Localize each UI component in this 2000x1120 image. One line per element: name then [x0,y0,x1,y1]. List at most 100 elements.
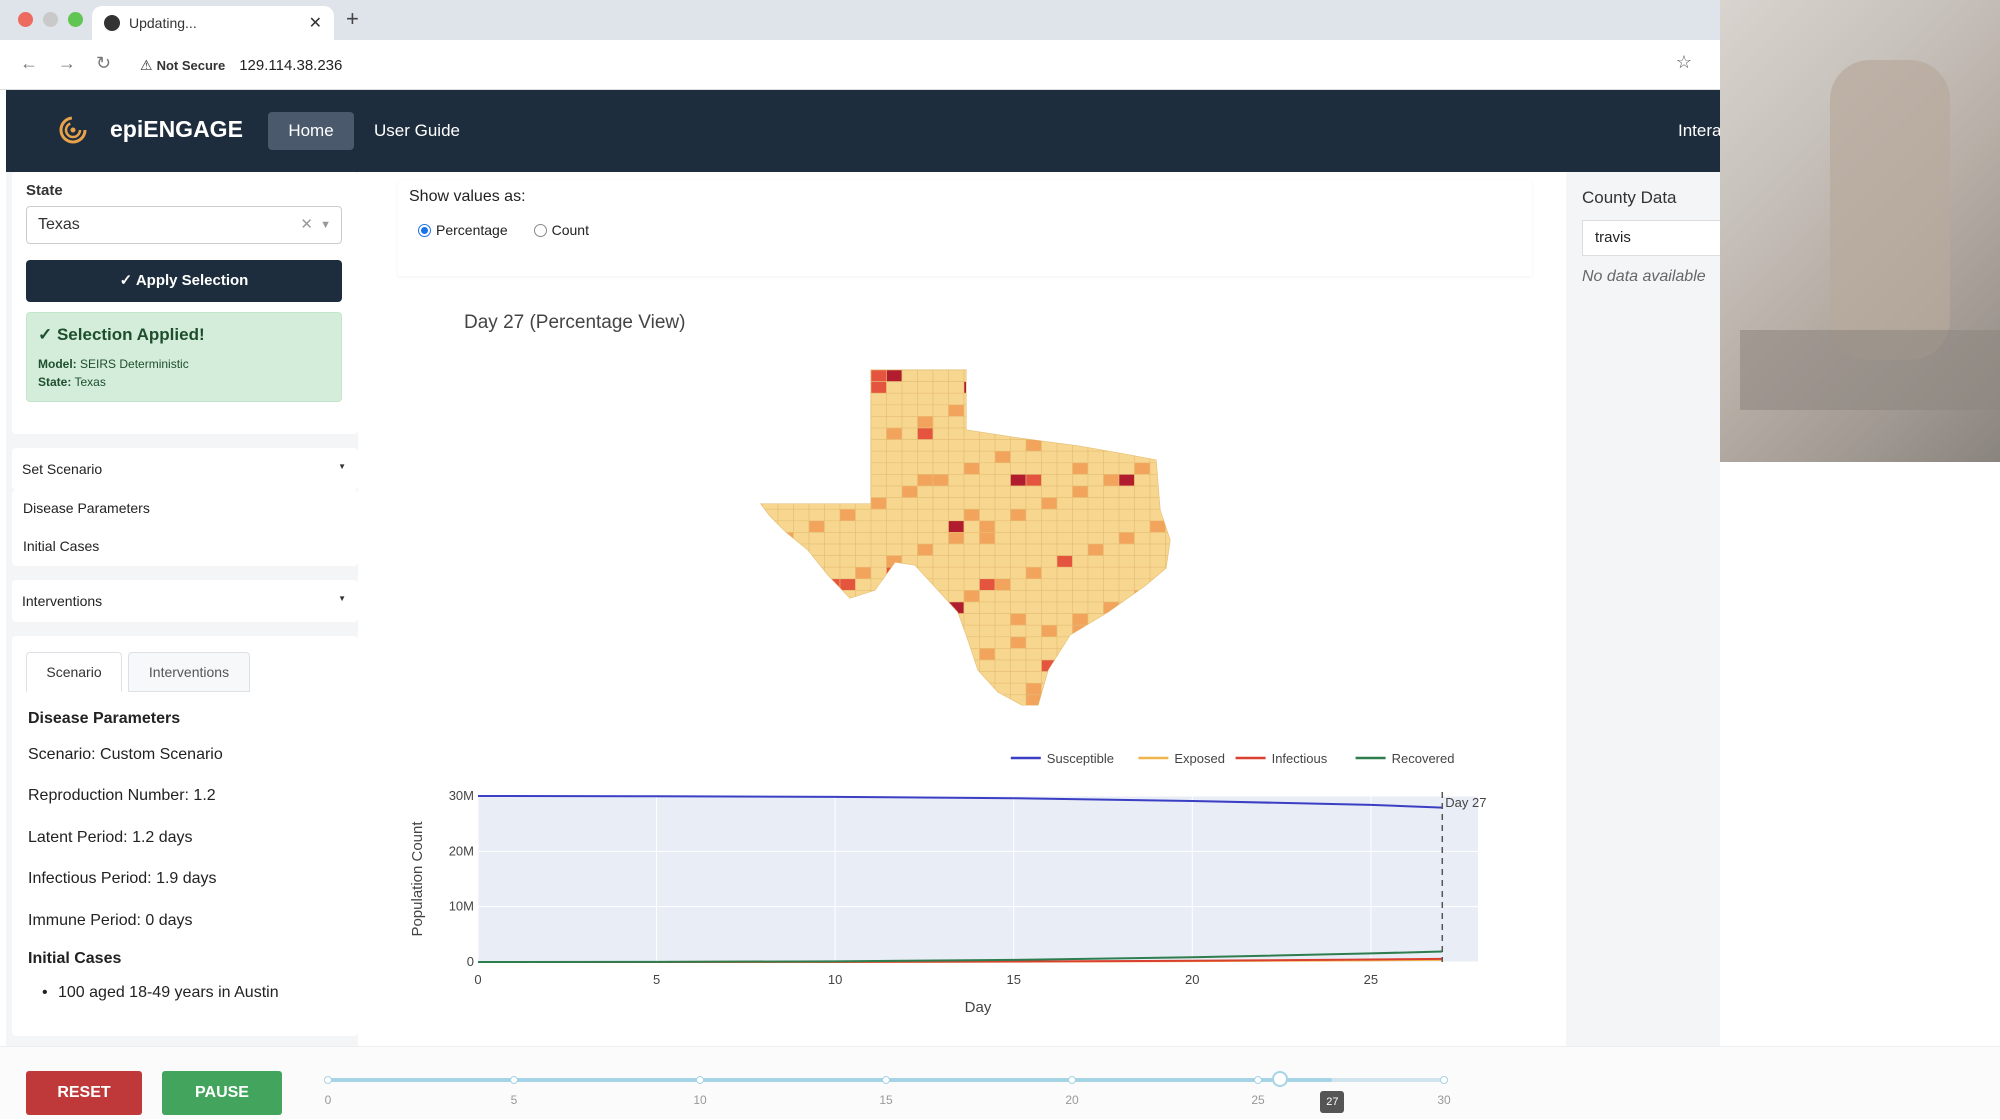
county-cell[interactable] [917,671,934,684]
county-cell[interactable] [1149,636,1166,649]
county-cell[interactable] [901,392,918,406]
county-cell[interactable] [1197,625,1213,637]
county-cell[interactable] [870,462,887,475]
county-cell[interactable] [1041,392,1058,406]
county-cell[interactable] [1025,439,1042,452]
county-cell[interactable] [1041,381,1058,394]
county-cell[interactable] [777,370,794,382]
county-cell[interactable] [1149,370,1166,382]
county-cell[interactable] [886,648,903,661]
county-cell[interactable] [948,590,965,603]
county-cell[interactable] [1056,497,1073,510]
county-cell[interactable] [870,636,887,649]
county-cell[interactable] [901,694,918,707]
county-cell[interactable] [1010,636,1027,649]
county-cell[interactable] [1056,659,1073,672]
county-cell[interactable] [994,578,1011,591]
county-cell[interactable] [839,381,856,394]
county-cell[interactable] [777,659,794,672]
county-cell[interactable] [1087,694,1104,707]
county-cell[interactable] [1087,659,1104,672]
county-cell[interactable] [886,474,903,487]
county-cell[interactable] [808,578,825,591]
county-cell[interactable] [994,392,1011,406]
county-cell[interactable] [948,370,965,382]
county-cell[interactable] [1010,659,1027,672]
county-cell[interactable] [870,543,887,556]
county-cell[interactable] [1197,416,1213,428]
county-cell[interactable] [917,590,934,603]
county-cell[interactable] [747,566,763,580]
county-cell[interactable] [1087,439,1104,452]
county-cell[interactable] [1025,462,1042,475]
county-cell[interactable] [917,694,934,707]
county-cell[interactable] [963,497,980,510]
county-cell[interactable] [948,682,965,696]
county-cell[interactable] [1118,404,1135,417]
county-cell[interactable] [1041,485,1058,498]
county-cell[interactable] [777,462,794,475]
county-cell[interactable] [901,590,918,603]
county-cell[interactable] [1056,648,1073,661]
county-cell[interactable] [1134,601,1151,614]
reset-button[interactable]: RESET [26,1071,142,1115]
county-cell[interactable] [1087,462,1104,475]
county-cell[interactable] [932,381,949,394]
county-cell[interactable] [762,532,779,545]
county-cell[interactable] [994,590,1011,603]
county-cell[interactable] [1149,648,1166,661]
county-cell[interactable] [1025,636,1042,649]
county-cell[interactable] [1025,427,1042,440]
population-line-chart[interactable]: 0 5 10 15 20 25 0 10M 20M 30M Day Population Count D… [398,740,1532,1040]
county-cell[interactable] [1149,439,1166,452]
county-cell[interactable] [762,578,779,591]
county-cell[interactable] [1165,682,1182,696]
county-cell[interactable] [1197,683,1213,695]
county-cell[interactable] [824,694,841,707]
county-cell[interactable] [994,694,1011,707]
county-cell[interactable] [1149,659,1166,672]
county-cell[interactable] [1181,637,1197,649]
county-cell[interactable] [1197,648,1213,660]
slider-tick-dot[interactable] [510,1076,518,1084]
bookmark-star-icon[interactable]: ☆ [1676,52,1692,73]
county-cell[interactable] [839,474,856,487]
county-cell[interactable] [948,671,965,684]
browser-tab[interactable]: Updating... ✕ [92,6,334,40]
county-cell[interactable] [1165,613,1182,626]
county-cell[interactable] [917,624,934,638]
county-cell[interactable] [793,566,810,580]
county-cell[interactable] [870,416,887,429]
county-cell[interactable] [777,613,794,626]
county-cell[interactable] [793,590,810,603]
county-cell[interactable] [1197,521,1213,533]
county-cell[interactable] [1118,508,1135,522]
county-cell[interactable] [1134,404,1151,417]
county-cell[interactable] [824,450,841,464]
county-cell[interactable] [917,370,934,382]
county-cell[interactable] [994,474,1011,487]
county-cell[interactable] [1118,566,1135,580]
county-cell[interactable] [855,474,872,487]
county-cell[interactable] [1056,520,1073,533]
slider-handle[interactable] [1272,1071,1289,1087]
county-cell[interactable] [808,404,825,417]
county-cell[interactable] [1118,671,1135,684]
county-cell[interactable] [793,694,810,707]
county-cell[interactable] [777,439,794,452]
county-cell[interactable] [824,659,841,672]
county-cell[interactable] [1118,613,1135,626]
county-cell[interactable] [1181,683,1197,695]
county-cell[interactable] [824,497,841,510]
county-cell[interactable] [1041,543,1058,556]
county-cell[interactable] [1181,405,1197,417]
county-cell[interactable] [1056,404,1073,417]
county-cell[interactable] [870,485,887,498]
county-cell[interactable] [747,648,763,661]
county-cell[interactable] [932,590,949,603]
county-cell[interactable] [932,682,949,696]
county-cell[interactable] [901,474,918,487]
county-cell[interactable] [1181,416,1197,428]
county-cell[interactable] [994,416,1011,429]
county-cell[interactable] [1134,613,1151,626]
